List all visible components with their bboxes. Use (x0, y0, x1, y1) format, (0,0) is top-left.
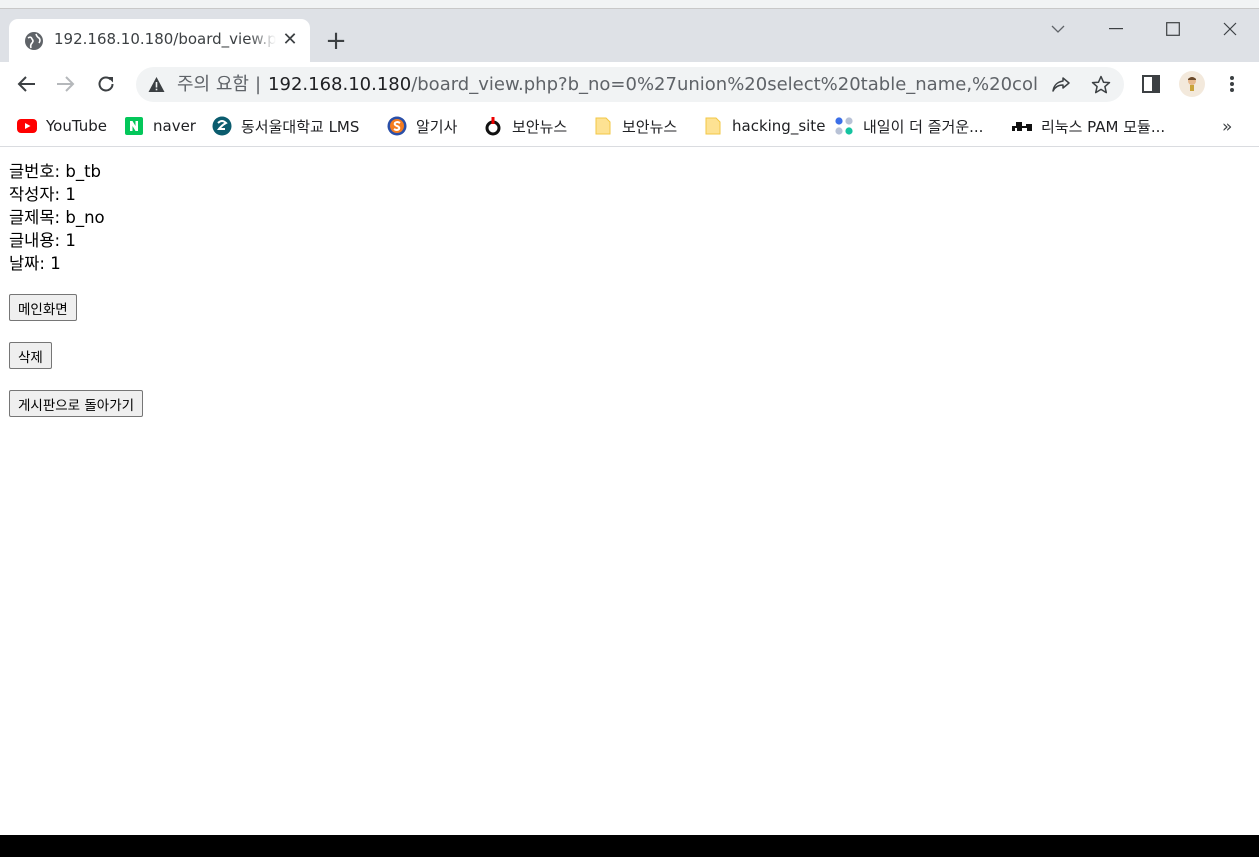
post-content-value: 1 (65, 231, 76, 250)
bookmark-algisa[interactable]: 알기사 (387, 115, 457, 137)
tab-strip: 192.168.10.180/board_view.php?b_no=0%27u… (0, 9, 1259, 62)
page-content: 글번호: b_tb 작성자: 1 글제목: b_no 글내용: 1 날짜: 1 … (9, 160, 1249, 417)
back-to-board-button[interactable]: 게시판으로 돌아가기 (9, 390, 144, 417)
post-title-value: b_no (65, 208, 105, 227)
bookmark-hacking-site-folder[interactable]: hacking_site (703, 115, 825, 137)
url-separator: | (254, 74, 262, 95)
forward-arrow-icon[interactable] (50, 68, 82, 100)
post-title-label: 글제목 (9, 208, 55, 227)
profile-avatar-icon[interactable] (1176, 68, 1208, 100)
folder-icon (703, 116, 723, 136)
bookmark-security-news-1[interactable]: 보안뉴스 (483, 115, 567, 137)
delete-button[interactable]: 삭제 (9, 342, 52, 369)
security-warning-label: 주의 요함 (177, 74, 249, 95)
security-news-icon (483, 116, 503, 136)
bookmark-tomorrow[interactable]: 내일이 더 즐거운... (834, 115, 983, 137)
post-author-value: 1 (65, 185, 76, 204)
url-text[interactable]: 주의 요함 | 192.168.10.180/board_view.php?b_no… (177, 73, 1037, 96)
browser-window: 192.168.10.180/board_view.php?b_no=0%27u… (0, 0, 1259, 835)
bookmarks-bar: YouTube naver 동서울대학교 LMS 알기사 보안뉴스 보안뉴스 h… (0, 106, 1259, 147)
share-icon[interactable] (1050, 74, 1072, 96)
post-author-label: 작성자 (9, 185, 55, 204)
post-number-row: 글번호: b_tb (9, 162, 102, 181)
bookmarks-overflow-chevron-icon[interactable]: » (1222, 117, 1232, 137)
url-host: 192.168.10.180 (268, 74, 412, 95)
maximize-icon[interactable] (1153, 15, 1193, 43)
bookmark-youtube[interactable]: YouTube (17, 115, 107, 137)
post-author-row: 작성자: 1 (9, 185, 76, 204)
folder-icon (593, 116, 613, 136)
window-top-edge (0, 0, 1259, 9)
post-content-label: 글내용 (9, 231, 55, 250)
menu-kebab-icon[interactable] (1216, 68, 1248, 100)
bookmark-linux-pam[interactable]: 리눅스 PAM 모듈... (1012, 115, 1165, 137)
post-date-row: 날짜: 1 (9, 254, 61, 273)
bookmark-lms[interactable]: 동서울대학교 LMS (212, 115, 359, 137)
url-path: /board_view.php?b_no=0%27union%20select%… (411, 74, 1037, 95)
new-tab-icon[interactable]: + (322, 27, 350, 55)
globe-icon (25, 32, 43, 50)
post-title-row: 글제목: b_no (9, 208, 105, 227)
algisa-icon (387, 116, 407, 136)
tab-search-chevron-icon[interactable] (1038, 15, 1078, 43)
post-number-label: 글번호 (9, 162, 55, 181)
back-arrow-icon[interactable] (10, 68, 42, 100)
naver-icon (124, 116, 144, 136)
close-tab-icon[interactable]: ✕ (279, 29, 301, 51)
bookmark-star-icon[interactable] (1090, 74, 1112, 96)
lms-icon (212, 116, 232, 136)
address-bar[interactable]: 주의 요함 | 192.168.10.180/board_view.php?b_no… (136, 67, 1124, 102)
main-screen-button[interactable]: 메인화면 (9, 294, 77, 321)
pam-icon (1012, 116, 1032, 136)
browser-toolbar: 주의 요함 | 192.168.10.180/board_view.php?b_no… (0, 62, 1259, 106)
post-content-row: 글내용: 1 (9, 231, 76, 250)
reload-icon[interactable] (90, 68, 122, 100)
side-panel-icon[interactable] (1135, 68, 1167, 100)
tab-title: 192.168.10.180/board_view.php?b_no=0%27u… (54, 30, 276, 48)
minimize-icon[interactable] (1096, 15, 1136, 43)
youtube-icon (17, 116, 37, 136)
bookmark-security-news-folder[interactable]: 보안뉴스 (593, 115, 677, 137)
dots-icon (834, 116, 854, 136)
post-number-value: b_tb (65, 162, 102, 181)
bookmark-naver[interactable]: naver (124, 115, 196, 137)
post-date-label: 날짜 (9, 254, 40, 273)
close-window-icon[interactable] (1210, 15, 1250, 43)
tab-board-view[interactable]: 192.168.10.180/board_view.php?b_no=0%27u… (9, 19, 310, 62)
post-date-value: 1 (50, 254, 61, 273)
warning-icon[interactable] (148, 76, 165, 93)
